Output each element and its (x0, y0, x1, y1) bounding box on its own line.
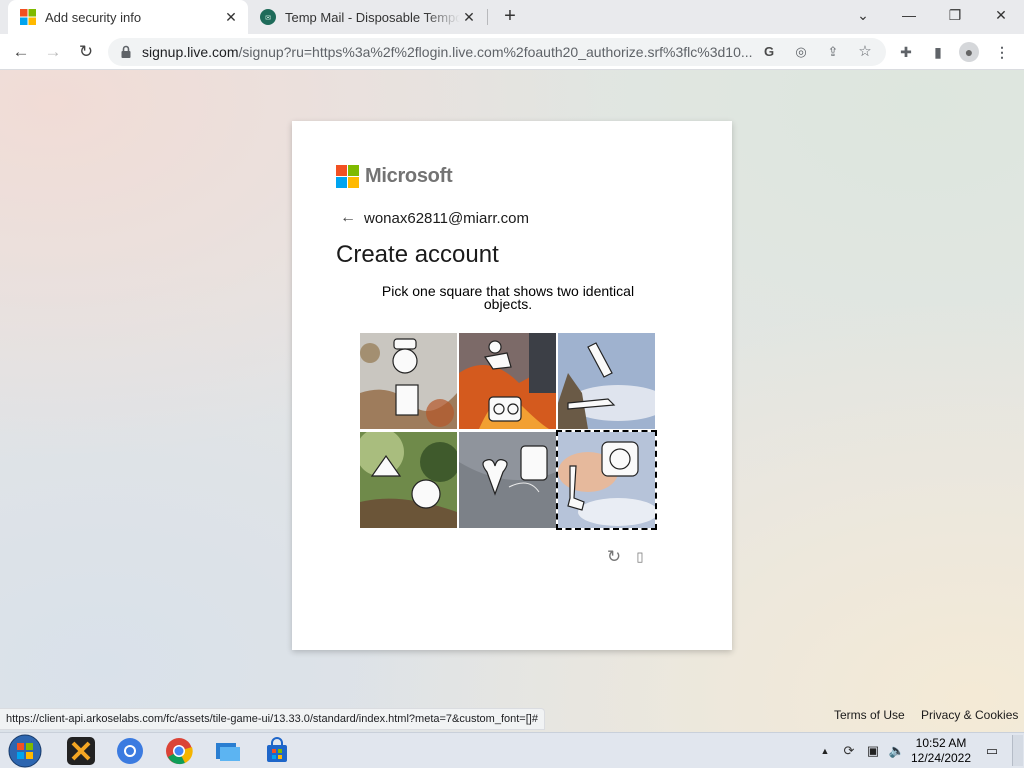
menu-dots-icon[interactable]: ⋮ (992, 42, 1012, 62)
tab-title: Temp Mail - Disposable Temporary Email (285, 9, 460, 25)
side-panel-icon[interactable]: ▮ (928, 42, 948, 62)
bookmark-star-icon[interactable]: ☆ (856, 43, 874, 61)
tab-separator (487, 9, 488, 25)
extensions-puzzle-icon[interactable]: ✚ (896, 42, 916, 62)
sync-icon[interactable]: ⟳ (840, 742, 858, 760)
microsoft-squares-icon (336, 165, 359, 188)
show-desktop-button[interactable] (1012, 735, 1023, 766)
captcha-prompt: Pick one square that shows two identical… (381, 283, 635, 312)
new-tab-button[interactable]: + (498, 5, 522, 29)
brand-name: Microsoft (365, 165, 453, 187)
privacy-cookies-link[interactable]: Privacy & Cookies (921, 708, 1018, 722)
microsoft-logo: Microsoft (336, 165, 453, 188)
captcha-audio-icon[interactable]: ▯ (631, 548, 649, 566)
temp-mail-favicon-icon: ✉ (260, 9, 276, 25)
notifications-icon[interactable]: ▭ (983, 742, 1001, 760)
tab-add-security-info[interactable]: Add security info ✕ (8, 0, 248, 34)
captcha-tile-4[interactable] (360, 432, 457, 528)
close-window-button[interactable]: ✕ (988, 4, 1014, 28)
network-icon[interactable]: ▣ (864, 742, 882, 760)
taskbar: ▲ ⟳ ▣ 🔈 10:52 AM 12/24/2022 ▭ (0, 732, 1024, 768)
page-title: Create account (336, 241, 499, 268)
minimize-button[interactable]: — (896, 4, 922, 28)
captcha-tile-3[interactable] (558, 333, 655, 429)
tab-strip: Add security info ✕ ✉ Temp Mail - Dispos… (0, 0, 1024, 34)
address-bar[interactable]: signup.live.com/signup?ru=https%3a%2f%2f… (108, 38, 886, 66)
tray-expand-chevron-up-icon[interactable]: ▲ (816, 742, 834, 760)
signup-card: Microsoft ← wonax62811@miarr.com Create … (292, 121, 732, 650)
chromium-app-icon[interactable] (116, 737, 144, 765)
xsplit-app-icon[interactable] (67, 737, 95, 765)
status-bar-url: https://client-api.arkoselabs.com/fc/ass… (0, 708, 545, 730)
clock-date: 12/24/2022 (910, 751, 972, 765)
browser-toolbar: ← → ↻ signup.live.com/signup?ru=https%3a… (0, 34, 1024, 70)
restore-button[interactable]: ❐ (942, 4, 968, 28)
eye-off-icon[interactable]: ◎ (792, 43, 810, 61)
back-arrow-icon[interactable]: ← (9, 40, 33, 64)
share-icon[interactable]: ⇪ (824, 43, 842, 61)
captcha-tile-6[interactable] (556, 430, 657, 530)
tab-temp-mail[interactable]: ✉ Temp Mail - Disposable Temporary Email… (250, 0, 486, 34)
url-text: signup.live.com/signup?ru=https%3a%2f%2f… (142, 44, 752, 60)
clock-time: 10:52 AM (915, 736, 967, 750)
back-arrow-icon[interactable]: ← (340, 209, 356, 227)
file-explorer-app-icon[interactable] (214, 737, 242, 765)
system-clock[interactable]: 10:52 AM 12/24/2022 (910, 736, 972, 766)
store-app-icon[interactable] (263, 737, 291, 765)
captcha-reload-icon[interactable]: ↻ (605, 548, 623, 566)
profile-avatar-icon[interactable]: ● (959, 42, 979, 62)
google-icon[interactable]: G (760, 43, 778, 61)
captcha-grid (360, 333, 657, 530)
reload-icon[interactable]: ↻ (74, 40, 98, 64)
terms-of-use-link[interactable]: Terms of Use (834, 708, 905, 722)
forward-arrow-icon[interactable]: → (41, 40, 65, 64)
identity-row: ← wonax62811@miarr.com (340, 209, 529, 227)
chrome-app-icon[interactable] (165, 737, 193, 765)
svg-text:✉: ✉ (265, 14, 271, 22)
tab-title: Add security info (45, 9, 142, 25)
volume-icon[interactable]: 🔈 (888, 742, 906, 760)
windows-start-icon[interactable] (8, 734, 42, 768)
tab-close-icon[interactable]: ✕ (460, 9, 478, 26)
captcha-tile-2[interactable] (459, 333, 556, 429)
microsoft-favicon-icon (20, 9, 36, 25)
captcha-tile-5[interactable] (459, 432, 556, 528)
tab-search-chevron-down-icon[interactable]: ⌄ (850, 4, 876, 28)
tab-close-icon[interactable]: ✕ (222, 9, 240, 26)
lock-icon (121, 45, 131, 58)
account-email: wonax62811@miarr.com (364, 209, 530, 227)
page-background: Microsoft ← wonax62811@miarr.com Create … (0, 70, 1024, 732)
captcha-tile-1[interactable] (360, 333, 457, 429)
